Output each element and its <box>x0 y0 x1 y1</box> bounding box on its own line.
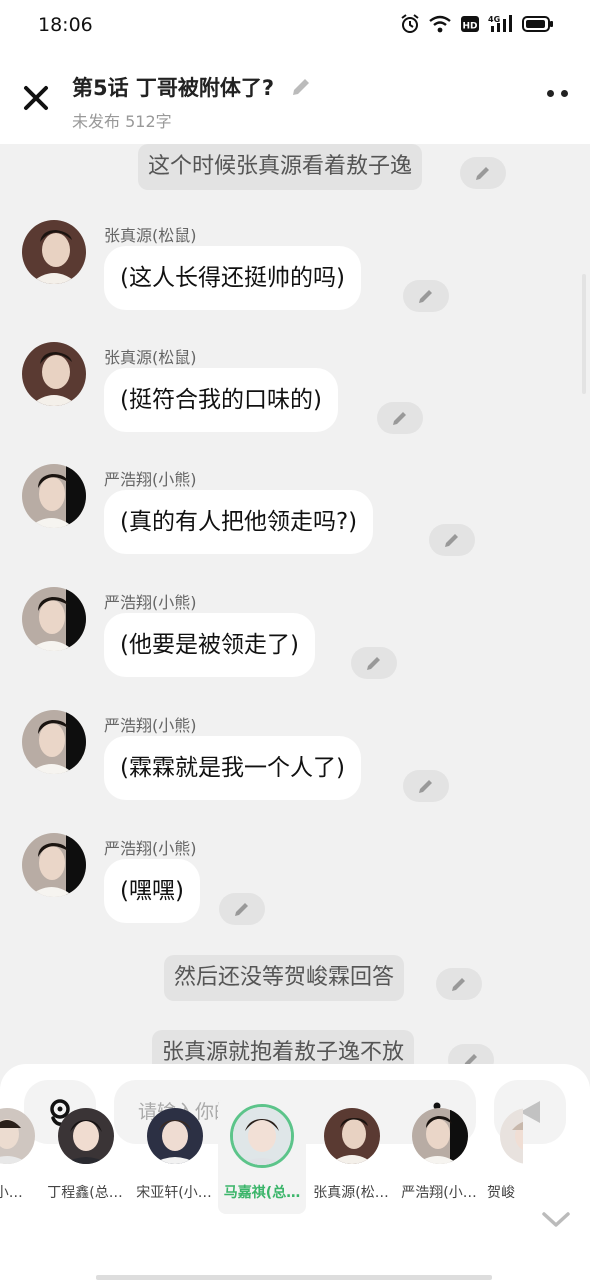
message-bubble[interactable]: (霖霖就是我一个人了) <box>104 736 361 800</box>
avatar-image <box>22 220 86 284</box>
edit-button[interactable] <box>429 524 475 556</box>
close-icon <box>24 86 48 110</box>
edit-title-icon[interactable] <box>290 76 312 98</box>
edit-button[interactable] <box>460 157 506 189</box>
avatar-image <box>22 587 86 651</box>
message-bubble[interactable]: (嘿嘿) <box>104 859 200 923</box>
character-label: 张真源(松… <box>313 1185 389 1201</box>
avatar[interactable] <box>22 587 86 651</box>
character-avatar <box>147 1108 203 1164</box>
close-button[interactable] <box>20 82 52 114</box>
character-avatar <box>324 1108 380 1164</box>
avatar[interactable] <box>22 342 86 406</box>
character-item[interactable]: 宋亚轩(小… <box>130 1098 218 1214</box>
edit-icon <box>235 903 248 916</box>
header: 第5话 丁哥被附体了? 未发布 512字 <box>0 52 590 144</box>
edit-button[interactable] <box>403 770 449 802</box>
character-label: 严浩翔(小… <box>401 1185 477 1201</box>
speaker-name: 严浩翔(小熊) <box>104 593 197 612</box>
page-title: 第5话 丁哥被附体了? <box>72 76 275 100</box>
avatar[interactable] <box>22 464 86 528</box>
edit-icon <box>393 412 406 425</box>
alarm-icon <box>401 14 419 33</box>
speaker-name: 张真源(松鼠) <box>104 348 197 367</box>
speaker-name: 严浩翔(小熊) <box>104 716 197 735</box>
avatar[interactable] <box>22 833 86 897</box>
svg-text:HD: HD <box>462 22 477 32</box>
message-bubble[interactable]: (真的有人把他领走吗?) <box>104 490 374 554</box>
edit-icon <box>452 978 465 991</box>
character-label: 丁程鑫(总… <box>47 1185 123 1201</box>
more-button[interactable] <box>547 90 568 97</box>
edit-button[interactable] <box>436 968 482 1000</box>
character-avatar <box>230 1104 294 1168</box>
edit-icon <box>476 167 489 180</box>
character-label: 贺峻 <box>487 1185 515 1201</box>
character-avatar <box>0 1108 35 1164</box>
character-item[interactable]: 贺峻 <box>483 1098 523 1214</box>
speaker-name: 严浩翔(小熊) <box>104 470 197 489</box>
home-indicator <box>96 1275 492 1280</box>
edit-button[interactable] <box>448 1044 494 1064</box>
character-selector[interactable]: (小… 丁程鑫(总… 宋亚轩(小… 马嘉祺(总… 张真源(松… 严浩翔(小… <box>0 1098 590 1280</box>
speaker-name: 张真源(松鼠) <box>104 226 197 245</box>
avatar-image <box>22 464 86 528</box>
edit-icon <box>445 534 458 547</box>
chevron-down-icon[interactable] <box>541 1210 571 1230</box>
character-avatar <box>500 1108 523 1164</box>
character-label: 马嘉祺(总… <box>223 1185 301 1201</box>
battery-icon <box>522 16 553 32</box>
edit-icon <box>419 290 432 303</box>
avatar[interactable] <box>22 710 86 774</box>
narration-bubble[interactable]: 这个时候张真源看着敖子逸 <box>138 144 423 190</box>
network-type: 4G <box>488 15 500 24</box>
more-icon <box>547 90 554 97</box>
signal-icon: 4G <box>488 15 512 32</box>
status-bar: 18:06 HD 4G <box>0 0 590 52</box>
avatar[interactable] <box>22 220 86 284</box>
character-avatar <box>58 1108 114 1164</box>
edit-button[interactable] <box>351 647 397 679</box>
message-bubble[interactable]: (挺符合我的口味的) <box>104 368 338 432</box>
hd-icon: HD <box>461 16 479 32</box>
character-avatar <box>412 1108 468 1164</box>
title-row: 第5话 丁哥被附体了? <box>72 72 312 102</box>
message-bubble[interactable]: (这人长得还挺帅的吗) <box>104 246 361 310</box>
avatar-image <box>22 833 86 897</box>
wifi-icon <box>429 15 451 33</box>
scrollbar[interactable] <box>582 274 586 394</box>
status-icons: HD 4G <box>400 14 554 34</box>
character-label: 宋亚轩(小… <box>136 1185 212 1201</box>
edit-icon <box>419 780 432 793</box>
avatar-image <box>22 710 86 774</box>
edit-icon <box>464 1054 477 1064</box>
avatar-image <box>22 342 86 406</box>
chat-area[interactable]: 这个时候张真源看着敖子逸 张真源(松鼠) (这人长得还挺帅的吗) 张真源(松鼠)… <box>0 144 590 1064</box>
edit-button[interactable] <box>219 893 265 925</box>
chapter-status: 未发布 512字 <box>72 112 172 131</box>
character-item[interactable]: 张真源(松… <box>307 1098 395 1214</box>
edit-button[interactable] <box>403 280 449 312</box>
speaker-name: 严浩翔(小熊) <box>104 839 197 858</box>
narration-bubble[interactable]: 张真源就抱着敖子逸不放 <box>152 1030 415 1064</box>
character-item-selected[interactable]: 马嘉祺(总… <box>218 1098 306 1214</box>
narration-bubble[interactable]: 然后还没等贺峻霖回答 <box>164 955 405 1001</box>
message-bubble[interactable]: (他要是被领走了) <box>104 613 315 677</box>
edit-button[interactable] <box>377 402 423 434</box>
character-item[interactable]: 丁程鑫(总… <box>41 1098 129 1214</box>
status-time: 18:06 <box>38 14 93 36</box>
edit-icon <box>367 657 380 670</box>
character-item[interactable]: 严浩翔(小… <box>395 1098 483 1214</box>
